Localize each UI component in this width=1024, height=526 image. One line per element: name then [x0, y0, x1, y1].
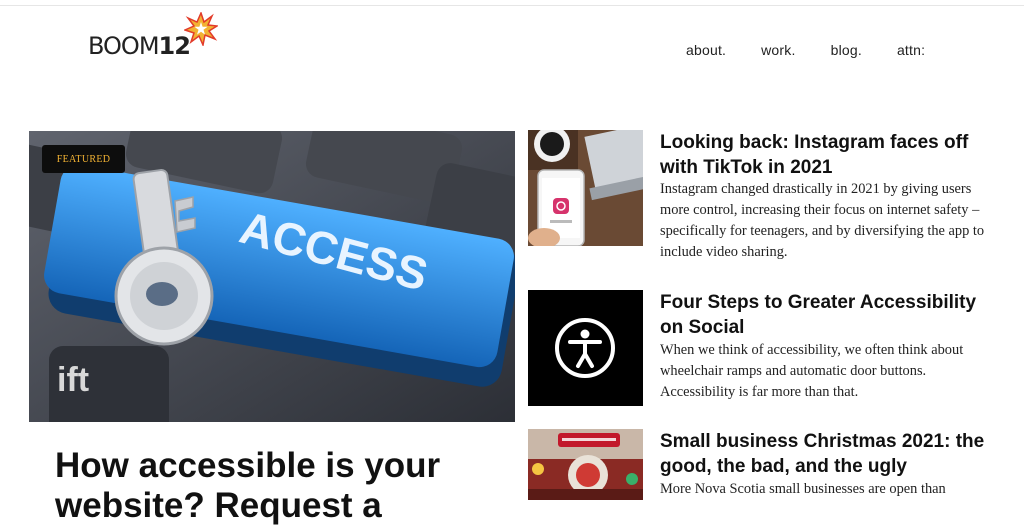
article-title-christmas[interactable]: Small business Christmas 2021: the good,…	[660, 429, 1000, 479]
nav-item-work[interactable]: work.	[761, 42, 795, 58]
nav-item-blog[interactable]: blog.	[831, 42, 862, 58]
featured-badge: FEATURED	[42, 145, 125, 173]
article-thumbnail-accessibility[interactable]	[528, 290, 643, 406]
keyboard-access-key-illustration: ift ACCESS	[29, 131, 515, 422]
featured-title[interactable]: How accessible is your website? Request a	[55, 446, 495, 526]
christmas-sign-image	[528, 429, 643, 500]
svg-text:ift: ift	[57, 361, 89, 399]
featured-image[interactable]: ift ACCESS	[29, 131, 515, 422]
phone-instagram-image	[528, 130, 643, 246]
article-title-instagram[interactable]: Looking back: Instagram faces off with T…	[660, 130, 1000, 180]
site-logo[interactable]: BOOM12	[88, 12, 224, 60]
nav-item-attn[interactable]: attn:	[897, 42, 925, 58]
starburst-icon	[183, 12, 218, 46]
logo-wordmark: BOOM12	[88, 32, 191, 60]
accessibility-icon	[528, 290, 643, 406]
main-nav: about. work. blog. attn:	[686, 42, 960, 58]
article-excerpt-christmas: More Nova Scotia small businesses are op…	[660, 481, 946, 497]
top-divider	[0, 5, 1024, 6]
article-title-accessibility[interactable]: Four Steps to Greater Accessibility on S…	[660, 290, 1000, 340]
article-thumbnail-christmas[interactable]	[528, 429, 643, 500]
nav-item-about[interactable]: about.	[686, 42, 726, 58]
article-excerpt-instagram: Instagram changed drastically in 2021 by…	[660, 181, 985, 260]
article-excerpt-accessibility: When we think of accessibility, we often…	[660, 342, 964, 400]
article-thumbnail-instagram[interactable]	[528, 130, 643, 246]
